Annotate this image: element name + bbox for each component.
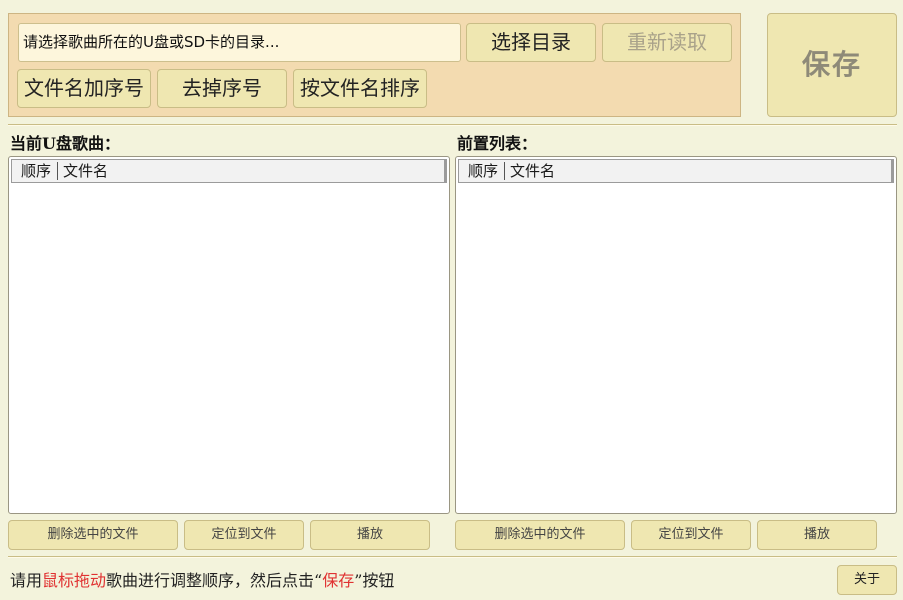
left-delete-button[interactable]: 删除选中的文件	[8, 520, 178, 550]
reload-button[interactable]: 重新读取	[602, 23, 732, 62]
list-header: 顺序 文件名	[458, 159, 894, 183]
choose-directory-button[interactable]: 选择目录	[466, 23, 596, 62]
status-highlight-save: 保存	[322, 571, 355, 590]
column-header-filename[interactable]: 文件名	[505, 162, 555, 180]
status-suffix: ”按钮	[354, 571, 395, 590]
left-panel-title: 当前U盘歌曲：	[10, 134, 120, 153]
remove-index-button[interactable]: 去掉序号	[157, 69, 287, 108]
directory-path-field[interactable]: 请选择歌曲所在的U盘或SD卡的目录...	[18, 23, 461, 62]
status-prefix: 请用	[10, 571, 43, 590]
divider-top	[8, 124, 897, 126]
about-button[interactable]: 关于	[837, 565, 897, 595]
add-index-button[interactable]: 文件名加序号	[17, 69, 151, 108]
sort-by-name-button[interactable]: 按文件名排序	[293, 69, 427, 108]
right-panel-title: 前置列表：	[457, 134, 538, 153]
right-delete-button[interactable]: 删除选中的文件	[455, 520, 625, 550]
prepend-list[interactable]: 顺序 文件名	[455, 156, 897, 514]
column-header-filename[interactable]: 文件名	[58, 162, 108, 180]
right-locate-button[interactable]: 定位到文件	[631, 520, 751, 550]
left-locate-button[interactable]: 定位到文件	[184, 520, 304, 550]
current-songs-list[interactable]: 顺序 文件名	[8, 156, 450, 514]
right-play-button[interactable]: 播放	[757, 520, 877, 550]
list-header: 顺序 文件名	[11, 159, 447, 183]
column-header-order[interactable]: 顺序	[12, 162, 58, 180]
toolbar-panel: 请选择歌曲所在的U盘或SD卡的目录... 选择目录 重新读取 文件名加序号 去掉…	[8, 13, 741, 117]
left-play-button[interactable]: 播放	[310, 520, 430, 550]
column-header-order[interactable]: 顺序	[459, 162, 505, 180]
status-highlight-drag: 鼠标拖动	[42, 571, 107, 590]
status-hint: 请用鼠标拖动歌曲进行调整顺序，然后点击“保存”按钮	[10, 567, 394, 591]
status-middle: 歌曲进行调整顺序，然后点击“	[106, 571, 323, 590]
save-button[interactable]: 保存	[767, 13, 897, 117]
divider-bottom	[8, 556, 897, 558]
